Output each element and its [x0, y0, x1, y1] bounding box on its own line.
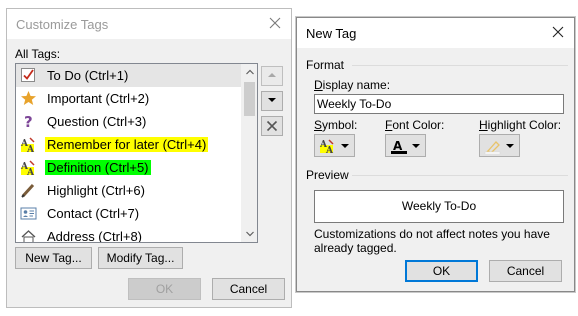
- star-icon: [20, 90, 37, 107]
- tag-list-item[interactable]: A A Remember for later (Ctrl+4): [16, 133, 242, 156]
- font-color-label-rest: ont Color:: [392, 118, 445, 132]
- customize-cancel-button[interactable]: Cancel: [212, 278, 285, 300]
- tag-list-item[interactable]: Important (Ctrl+2): [16, 87, 242, 110]
- tag-list-item[interactable]: Address (Ctrl+8): [16, 225, 242, 243]
- highlight-color-label-mnemonic: H: [479, 118, 488, 132]
- svg-text:A: A: [26, 145, 35, 153]
- delete-tag-button[interactable]: [261, 116, 283, 136]
- highlighter-text-icon: AA: [20, 136, 37, 155]
- chevron-down-icon: [506, 144, 514, 148]
- tag-list-item-label: Remember for later (Ctrl+4): [45, 137, 209, 152]
- preview-divider: [352, 175, 568, 176]
- scroll-up-icon[interactable]: [242, 64, 257, 80]
- modify-tag-button[interactable]: Modify Tag...: [98, 247, 183, 269]
- chevron-down-icon: [341, 144, 349, 148]
- house-icon: [20, 228, 37, 242]
- contact-card-icon: [20, 205, 37, 222]
- format-divider: [352, 65, 568, 66]
- new-tag-cancel-button[interactable]: Cancel: [489, 260, 562, 282]
- display-name-label-rest: isplay name:: [322, 78, 391, 92]
- customize-tags-title: Customize Tags: [16, 17, 109, 32]
- tag-list-item-label: Question (Ctrl+3): [47, 114, 147, 129]
- font-color-label: Font Color:: [385, 118, 444, 132]
- checkbox-checked-icon: [20, 67, 37, 84]
- tag-list-item-label: To Do (Ctrl+1): [47, 68, 129, 83]
- highlighter-pen-icon: [484, 138, 502, 155]
- new-tag-button[interactable]: New Tag...: [15, 247, 92, 269]
- highlighter-text-icon: A A: [319, 138, 337, 156]
- font-color-dropdown[interactable]: A: [385, 134, 426, 157]
- display-name-label: Display name:: [314, 78, 390, 92]
- move-up-icon: [268, 73, 276, 77]
- tag-list-item[interactable]: To Do (Ctrl+1): [16, 64, 242, 87]
- tag-list-item-label: Definition (Ctrl+5): [45, 160, 151, 175]
- move-up-button[interactable]: [261, 66, 283, 86]
- display-name-field[interactable]: Weekly To-Do: [314, 94, 564, 114]
- new-tag-title: New Tag: [306, 26, 357, 41]
- display-name-label-mnemonic: D: [314, 78, 323, 92]
- customizations-note: Customizations do not affect notes you h…: [314, 227, 550, 255]
- tag-list-item[interactable]: A A Definition (Ctrl+5): [16, 156, 242, 179]
- move-down-icon: [268, 98, 276, 102]
- delete-x-icon: [266, 120, 278, 132]
- new-tag-dialog: New Tag Format Display name: Weekly To-D…: [296, 17, 575, 292]
- tag-list-scrollbar[interactable]: [241, 64, 257, 242]
- scrollbar-thumb[interactable]: [244, 82, 255, 116]
- symbol-label: Symbol:: [314, 118, 357, 132]
- customize-ok-button[interactable]: OK: [128, 278, 201, 300]
- tag-list-item-label: Highlight (Ctrl+6): [47, 183, 145, 198]
- new-tag-ok-button[interactable]: OK: [405, 260, 478, 282]
- symbol-label-mnemonic: S: [314, 118, 323, 132]
- move-down-button[interactable]: [261, 91, 283, 111]
- tag-list-item[interactable]: ? Question (Ctrl+3): [16, 110, 242, 133]
- close-icon[interactable]: [550, 24, 566, 40]
- preview-label: Preview: [306, 168, 349, 182]
- tag-list-item-label: Contact (Ctrl+7): [47, 206, 140, 221]
- symbol-label-rest: ymbol:: [322, 118, 358, 132]
- all-tags-label: All Tags:: [15, 47, 61, 61]
- pen-icon: [20, 182, 37, 199]
- highlight-color-dropdown[interactable]: [479, 134, 520, 157]
- svg-text:?: ?: [24, 113, 33, 130]
- tag-list[interactable]: To Do (Ctrl+1) Important (Ctrl+2)? Questio…: [15, 63, 258, 243]
- highlight-color-label-rest: ighlight Color:: [487, 118, 562, 132]
- tag-list-item[interactable]: Contact (Ctrl+7): [16, 202, 242, 225]
- format-group-label: Format: [306, 58, 345, 72]
- customize-tags-titlebar: Customize Tags: [7, 9, 291, 39]
- question-mark-icon: ?: [20, 113, 37, 131]
- svg-text:A: A: [325, 146, 334, 154]
- customize-tags-dialog: Customize Tags All Tags: To Do (Ctrl+1) I…: [6, 8, 292, 308]
- svg-text:A: A: [393, 139, 403, 153]
- font-color-icon: A: [390, 138, 408, 154]
- tag-list-item-label: Address (Ctrl+8): [47, 229, 142, 243]
- svg-text:A: A: [26, 168, 35, 176]
- tag-list-item-label: Important (Ctrl+2): [47, 91, 150, 106]
- new-tag-titlebar: New Tag: [297, 18, 574, 48]
- scroll-down-icon[interactable]: [242, 226, 257, 242]
- highlight-color-label: Highlight Color:: [479, 118, 561, 132]
- tag-preview: Weekly To-Do: [314, 190, 564, 223]
- symbol-dropdown[interactable]: A A: [314, 134, 355, 157]
- close-icon[interactable]: [267, 15, 283, 31]
- tag-list-item[interactable]: Highlight (Ctrl+6): [16, 179, 242, 202]
- chevron-down-icon: [412, 144, 420, 148]
- highlighter-text-icon: AA: [20, 159, 37, 178]
